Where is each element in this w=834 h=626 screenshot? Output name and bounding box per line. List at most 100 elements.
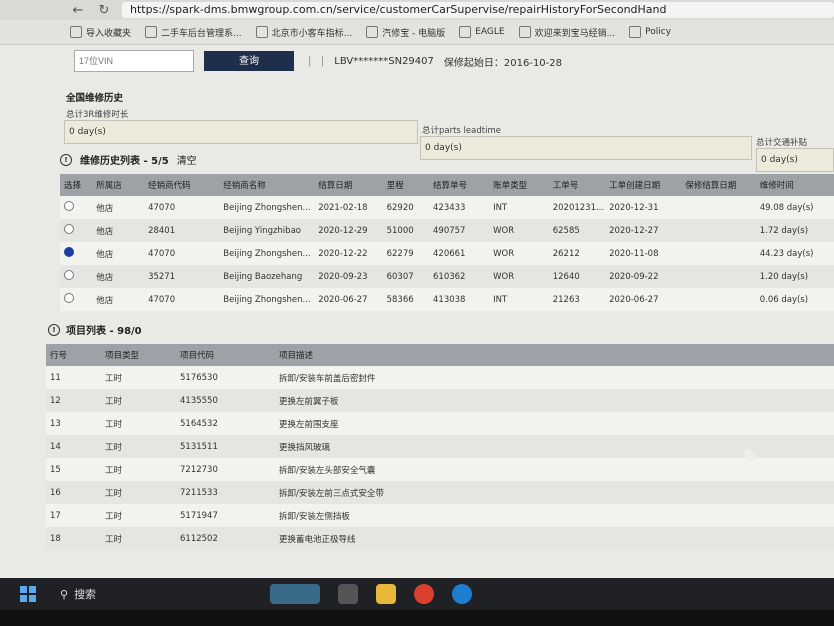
item-row[interactable]: 16 工时 7211533 拆卸/安装左前三点式安全带 bbox=[46, 481, 834, 504]
cell-time: 1.20 day(s) bbox=[755, 265, 834, 288]
col-repair-time[interactable]: 维修时间 bbox=[755, 174, 834, 196]
item-row[interactable]: 14 工时 5131511 更换挡风玻璃 bbox=[46, 435, 834, 458]
task-view-icon[interactable] bbox=[338, 584, 358, 604]
item-row[interactable]: 15 工时 7212730 拆卸/安装左头部安全气囊 bbox=[46, 458, 834, 481]
row-radio-button[interactable] bbox=[64, 247, 74, 257]
cell-wo: 12640 bbox=[548, 265, 606, 288]
col-wo-no[interactable]: 工单号 bbox=[548, 174, 606, 196]
item-cell-type: 工时 bbox=[101, 435, 176, 458]
warranty-start: 保修起始日：2016-10-28 bbox=[443, 57, 563, 69]
taskbar-search[interactable]: ⚲ 搜索 bbox=[60, 581, 210, 607]
item-cell-desc: 拆卸/安装左前三点式安全带 bbox=[275, 481, 834, 504]
cell-warranty bbox=[681, 288, 756, 311]
select-cell bbox=[60, 265, 93, 288]
history-row[interactable]: 他店 28401 Beijing Yingzhibao 2020-12-29 51000… bbox=[60, 219, 834, 242]
select-cell bbox=[60, 288, 93, 311]
bookmark-eagle[interactable]: EAGLE bbox=[459, 26, 505, 38]
item-row[interactable]: 12 工时 4135550 更换左前翼子板 bbox=[46, 389, 834, 412]
cell-code: 47070 bbox=[144, 242, 220, 265]
bookmark-bmw-dealer[interactable]: 欢迎来到宝马经销... bbox=[518, 26, 615, 39]
cell-mileage: 58366 bbox=[382, 288, 430, 311]
reload-icon[interactable]: ↻ bbox=[96, 3, 112, 18]
col-warranty-date[interactable]: 保修结算日期 bbox=[681, 174, 756, 196]
bookmark-policy[interactable]: Policy bbox=[629, 26, 671, 38]
bookmark-beijing-quota[interactable]: 北京市小客车指标... bbox=[255, 26, 352, 39]
cell-type: WOR bbox=[489, 265, 549, 288]
col-store[interactable]: 所属店 bbox=[92, 174, 145, 196]
select-cell bbox=[60, 219, 93, 242]
cell-wo: 20201231... bbox=[548, 196, 606, 219]
address-bar[interactable]: https://spark-dms.bmwgroup.com.cn/servic… bbox=[122, 2, 834, 18]
item-cell-code: 4135550 bbox=[176, 389, 275, 412]
cell-time: 49.08 day(s) bbox=[755, 196, 834, 219]
cell-store: 他店 bbox=[92, 196, 145, 219]
clear-button[interactable]: 清空 bbox=[177, 152, 197, 167]
items-header-row: 行号 项目类型 项目代码 项目描述 bbox=[46, 344, 834, 366]
cell-mileage: 60307 bbox=[382, 265, 430, 288]
cell-created: 2020-11-08 bbox=[605, 242, 682, 265]
cell-warranty bbox=[681, 196, 756, 219]
back-icon[interactable]: ← bbox=[70, 3, 86, 18]
bookmark-used-car-admin[interactable]: 二手车后台管理系... bbox=[145, 26, 242, 39]
chrome-icon[interactable] bbox=[414, 584, 434, 604]
item-row[interactable]: 11 工时 5176530 拆卸/安装车前盖后密封件 bbox=[46, 366, 834, 389]
taskbar: ⚲ 搜索 bbox=[0, 578, 834, 610]
item-cell-code: 5176530 bbox=[176, 366, 275, 389]
col-wo-created[interactable]: 工单创建日期 bbox=[605, 174, 682, 196]
col-mileage[interactable]: 里程 bbox=[382, 174, 430, 196]
vin-masked: LBV*******SN29407 bbox=[334, 55, 434, 67]
item-row[interactable]: 17 工时 5171947 拆卸/安装左侧挡板 bbox=[46, 504, 834, 527]
news-widget-icon[interactable] bbox=[270, 584, 320, 604]
col-item-code[interactable]: 项目代码 bbox=[176, 344, 275, 366]
history-row[interactable]: 他店 35271 Beijing Baozehang 2020-09-23 60307 6… bbox=[60, 265, 834, 288]
windows-start-icon[interactable] bbox=[20, 586, 36, 602]
parts-leadtime-value: 0 day(s) bbox=[420, 136, 752, 160]
cell-type: WOR bbox=[489, 242, 549, 265]
cell-date: 2020-06-27 bbox=[314, 288, 383, 311]
col-dealer-code[interactable]: 经销商代码 bbox=[144, 174, 220, 196]
select-cell bbox=[60, 242, 93, 265]
cell-wo: 21263 bbox=[548, 288, 606, 311]
cell-time: 1.72 day(s) bbox=[755, 219, 834, 242]
browser-window: ← ↻ https://spark-dms.bmwgroup.com.cn/se… bbox=[0, 0, 834, 578]
bookmark-qixiubao[interactable]: 汽修宝 - 电脑版 bbox=[366, 26, 445, 39]
item-row[interactable]: 18 工时 6112502 更换蓄电池正极导线 bbox=[46, 527, 834, 550]
cell-settle: 423433 bbox=[429, 196, 490, 219]
page-icon bbox=[255, 26, 268, 38]
item-cell-code: 5171947 bbox=[176, 504, 275, 527]
item-row[interactable]: 13 工时 5164532 更换左前围支座 bbox=[46, 412, 834, 435]
col-item-type[interactable]: 项目类型 bbox=[101, 344, 176, 366]
col-settle-no[interactable]: 结算单号 bbox=[429, 174, 490, 196]
col-select[interactable]: 选择 bbox=[60, 174, 93, 196]
history-row[interactable]: 他店 47070 Beijing Zhongshen... 2020-12-22 622… bbox=[60, 242, 834, 265]
history-row[interactable]: 他店 47070 Beijing Zhongshen... 2020-06-27 583… bbox=[60, 288, 834, 311]
cell-type: INT bbox=[489, 196, 549, 219]
separator: | | bbox=[308, 55, 325, 67]
item-cell-type: 工时 bbox=[101, 366, 176, 389]
edge-icon[interactable] bbox=[452, 584, 472, 604]
history-header-row: 选择 所属店 经销商代码 经销商名称 结算日期 里程 结算单号 账单类型 工单号… bbox=[60, 174, 834, 196]
col-settle-date[interactable]: 结算日期 bbox=[314, 174, 383, 196]
file-explorer-icon[interactable] bbox=[376, 584, 396, 604]
cell-time: 44.23 day(s) bbox=[755, 242, 834, 265]
item-cell-code: 6112502 bbox=[176, 527, 275, 550]
row-radio-button[interactable] bbox=[64, 270, 74, 280]
vin-input[interactable] bbox=[74, 50, 194, 72]
cell-mileage: 51000 bbox=[382, 219, 430, 242]
item-cell-n: 12 bbox=[46, 389, 101, 412]
cell-name: Beijing Zhongshen... bbox=[219, 242, 315, 265]
row-radio-button[interactable] bbox=[64, 293, 74, 303]
bookmark-import[interactable]: 导入收藏夹 bbox=[70, 26, 131, 39]
query-button[interactable]: 查询 bbox=[204, 51, 294, 71]
col-bill-type[interactable]: 账单类型 bbox=[489, 174, 549, 196]
cell-store: 他店 bbox=[92, 265, 145, 288]
col-item-desc[interactable]: 项目描述 bbox=[275, 344, 834, 366]
cell-type: INT bbox=[489, 288, 549, 311]
cell-date: 2020-09-23 bbox=[314, 265, 383, 288]
row-radio-button[interactable] bbox=[64, 224, 74, 234]
col-dealer-name[interactable]: 经销商名称 bbox=[219, 174, 315, 196]
history-row[interactable]: 他店 47070 Beijing Zhongshen... 2021-02-18 629… bbox=[60, 196, 834, 219]
row-radio-button[interactable] bbox=[64, 201, 74, 211]
col-line-no[interactable]: 行号 bbox=[46, 344, 101, 366]
page-icon bbox=[145, 26, 158, 38]
